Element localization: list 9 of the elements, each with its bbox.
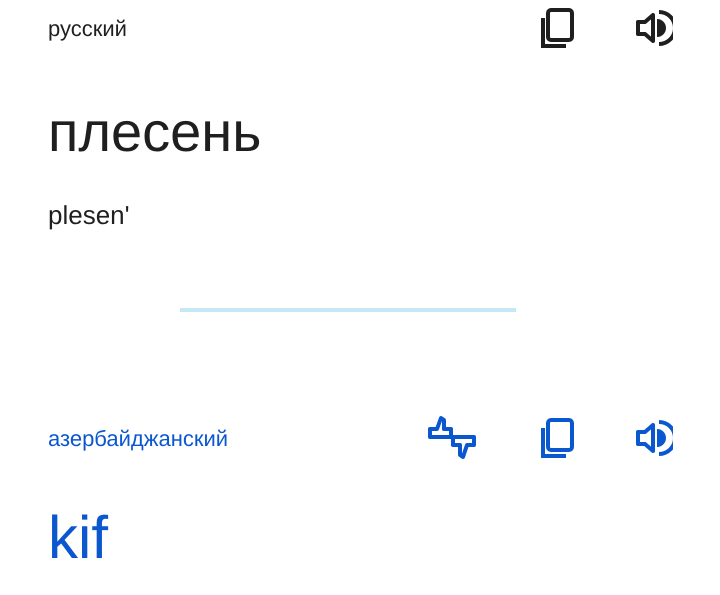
copy-icon [540, 418, 576, 458]
target-language[interactable]: азербайджанский [48, 422, 426, 454]
translation-text: kif [48, 503, 110, 573]
speaker-icon [635, 419, 673, 457]
source-text: плесень [48, 99, 262, 165]
transliteration: plesen' [48, 199, 131, 232]
source-language: русский [48, 14, 128, 43]
copy-icon [540, 8, 576, 48]
speaker-icon [635, 9, 673, 47]
